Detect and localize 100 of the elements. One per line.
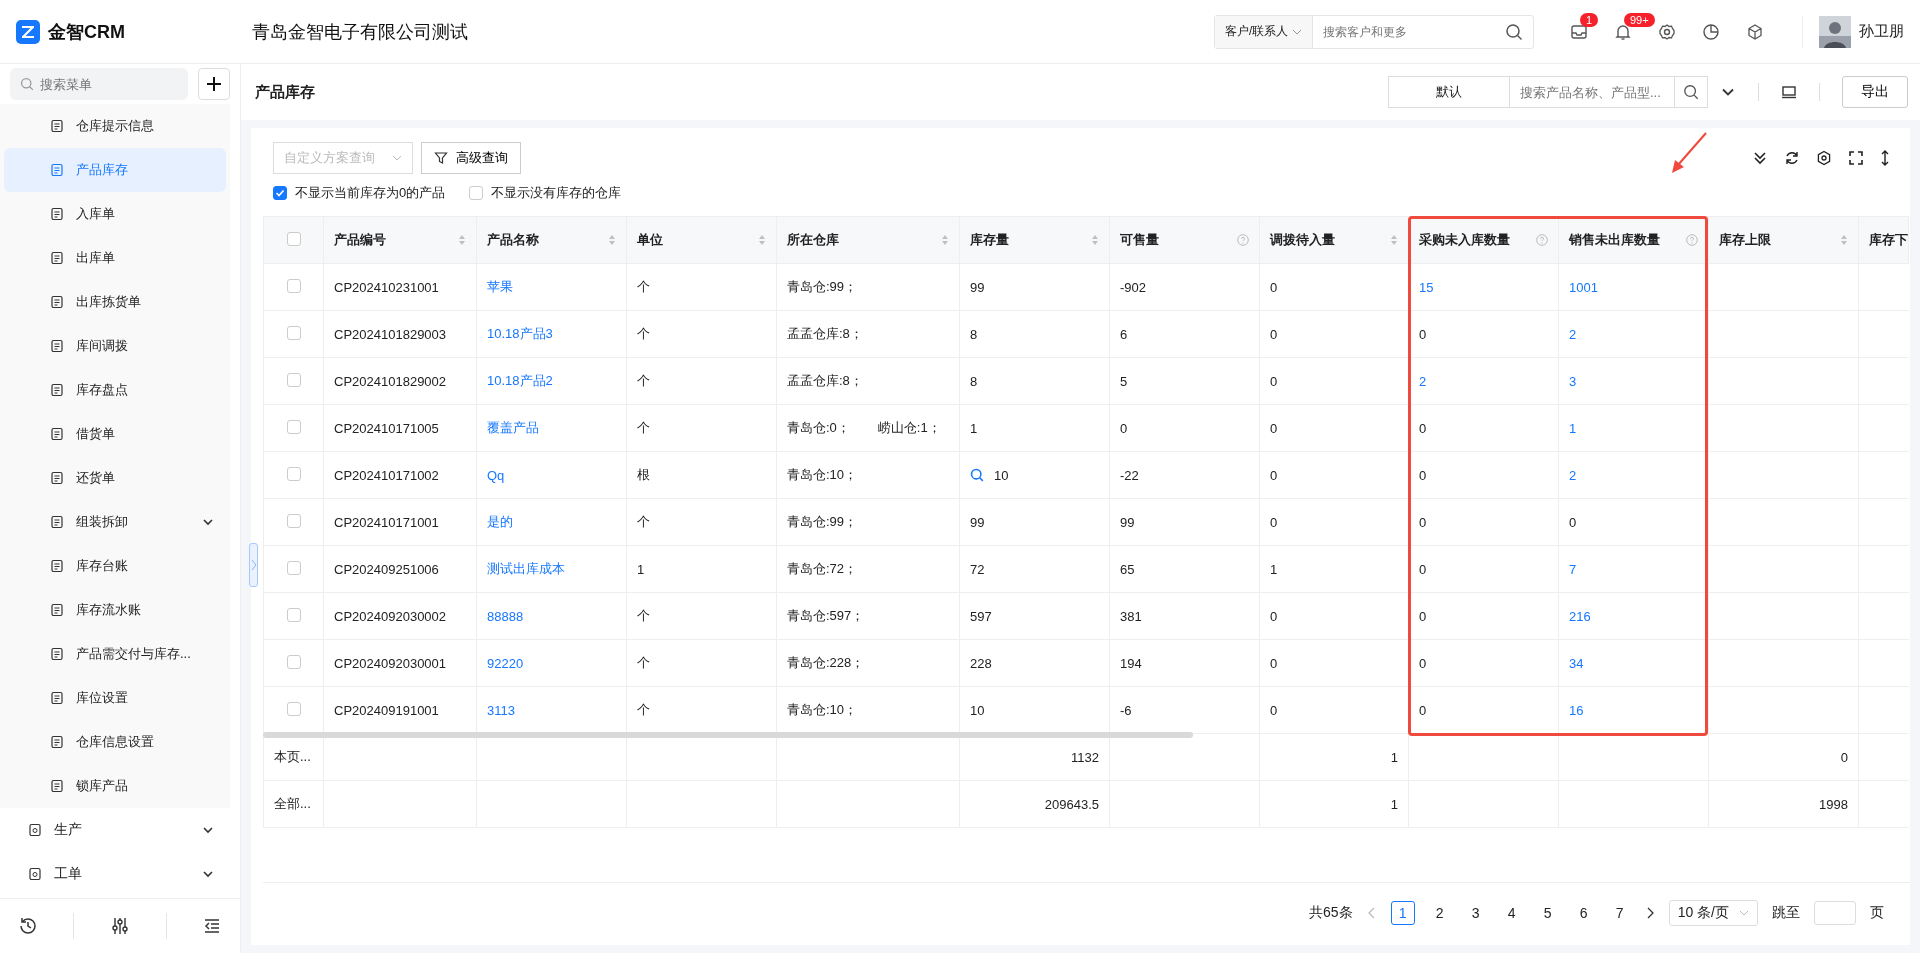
table-cell: 5 [1109, 357, 1260, 405]
product-link[interactable]: Qq [487, 467, 505, 483]
product-link[interactable]: 10.18产品2 [487, 373, 553, 388]
quantity-link[interactable]: 1001 [1569, 279, 1598, 295]
menu-item[interactable]: 库存盘点 [0, 368, 230, 412]
menu-item[interactable]: 出库拣货单 [0, 280, 230, 324]
table-cell: 0 [1419, 514, 1427, 530]
menu-item[interactable]: 锁库产品 [0, 764, 230, 808]
page-button[interactable]: 2 [1428, 902, 1451, 924]
column-header[interactable]: 产品名称 [476, 216, 627, 264]
column-header[interactable]: 单位 [626, 216, 777, 264]
menu-item[interactable]: 组装拆卸 [0, 500, 230, 544]
column-header[interactable]: 可售量 [1109, 216, 1260, 264]
product-link[interactable]: 是的 [487, 514, 513, 529]
menu-item[interactable]: 产品需交付与库存... [0, 632, 230, 676]
menu-group[interactable]: 生产 [0, 808, 240, 852]
column-header[interactable]: 调拨待入量 [1259, 216, 1409, 264]
page-button[interactable]: 4 [1500, 902, 1523, 924]
jump-label: 跳至 [1772, 904, 1800, 922]
table-cell: 194 [1109, 639, 1260, 687]
quantity-link[interactable]: 16 [1569, 702, 1584, 718]
table-cell: CP202410171002 [323, 451, 477, 499]
quantity-link[interactable]: 15 [1419, 279, 1434, 295]
menu-group[interactable]: 工单 [0, 852, 240, 896]
total-count: 共65条 [1309, 904, 1353, 922]
table-cell: 65 [1109, 545, 1260, 593]
table-cell: CP2024092030001 [323, 639, 477, 687]
column-header[interactable]: 库存下 [1858, 216, 1909, 264]
product-link[interactable]: 测试出库成本 [487, 561, 565, 576]
page-button[interactable]: 1 [1390, 901, 1415, 925]
table-cell: 孟孟仓库:8； [787, 372, 863, 390]
column-header[interactable]: 所在仓库 [776, 216, 960, 264]
quantity-link[interactable]: 34 [1569, 655, 1584, 671]
table-cell: 10 [994, 467, 1009, 483]
product-search-bar[interactable]: 默认 搜索产品名称、产品型... [1388, 76, 1708, 108]
menu-search-field[interactable]: 搜索菜单 [38, 75, 162, 93]
menu-item[interactable]: 产品库存 [4, 148, 226, 192]
product-link[interactable]: 覆盖产品 [487, 420, 539, 435]
column-header[interactable]: 产品编号 [323, 216, 477, 264]
table-cell: 青岛仓:99； [787, 513, 858, 531]
quantity-link[interactable]: 3 [1569, 373, 1577, 389]
page-button[interactable]: 3 [1464, 902, 1487, 924]
quantity-link[interactable]: 2 [1569, 326, 1577, 342]
table-cell: 209643.5 [959, 780, 1110, 828]
table-cell: 青岛仓:0； [787, 419, 850, 437]
notification-badge: 99+ [1624, 12, 1655, 27]
quantity-link[interactable]: 7 [1569, 561, 1577, 577]
table-cell: 0 [1419, 655, 1427, 671]
table-cell: 1 [970, 420, 978, 436]
product-link[interactable]: 10.18产品3 [487, 326, 553, 341]
menu-item[interactable]: 仓库信息设置 [0, 720, 230, 764]
global-search-bar[interactable]: 客户/联系人 搜索客户和更多 [1214, 14, 1534, 49]
table-cell: 72 [970, 561, 985, 577]
table-cell: 个 [626, 498, 777, 546]
menu-item[interactable]: 入库单 [0, 192, 230, 236]
table-cell: 6 [1109, 310, 1260, 358]
quantity-link[interactable]: 2 [1419, 373, 1427, 389]
column-header[interactable]: 库存量 [959, 216, 1110, 264]
menu-search-bar[interactable]: 搜索菜单 [10, 68, 188, 100]
table-cell: 0 [1419, 561, 1427, 577]
product-link[interactable]: 3113 [487, 702, 515, 718]
menu-item[interactable]: 借货单 [0, 412, 230, 456]
quantity-link[interactable]: 216 [1569, 608, 1591, 624]
page-button[interactable]: 6 [1572, 902, 1595, 924]
menu-item[interactable]: 库存台账 [0, 544, 230, 588]
table-cell: 个 [626, 639, 777, 687]
product-link[interactable]: 苹果 [487, 279, 513, 294]
page-button[interactable]: 5 [1536, 902, 1559, 924]
summary-label: 全部... [263, 780, 324, 828]
table-cell: 0 [1259, 310, 1409, 358]
menu-item[interactable]: 仓库提示信息 [0, 104, 230, 148]
quantity-link[interactable]: 1 [1569, 420, 1577, 436]
export-button[interactable]: 导出 [1842, 76, 1908, 108]
menu-item[interactable]: 库存流水账 [0, 588, 230, 632]
table-cell: 0 [1259, 498, 1409, 546]
quantity-link[interactable]: 2 [1569, 467, 1577, 483]
table-cell: 99 [1109, 498, 1260, 546]
menu-item[interactable]: 还货单 [0, 456, 230, 500]
advanced-search-button[interactable]: 高级查询 [421, 142, 521, 174]
product-link[interactable]: 92220 [487, 655, 524, 671]
table-cell: CP202410171005 [323, 404, 477, 452]
table-cell: 青岛仓:10； [787, 466, 858, 484]
table-cell: 1 [626, 545, 777, 593]
product-link[interactable]: 88888 [487, 608, 524, 624]
table-cell: 10 [970, 702, 985, 718]
page-button[interactable]: 7 [1608, 902, 1631, 924]
table-cell: 0 [1259, 357, 1409, 405]
menu-item[interactable]: 库位设置 [0, 676, 230, 720]
page-size-select[interactable]: 10 条/页 [1668, 900, 1758, 926]
scope-select[interactable]: 客户/联系人 [1215, 15, 1314, 48]
column-header[interactable]: 库存上限 [1708, 216, 1859, 264]
user-name[interactable]: 孙卫朋 [1859, 22, 1904, 41]
menu-item[interactable]: 库间调拨 [0, 324, 230, 368]
table-cell: 99 [970, 514, 985, 530]
table-cell: 青岛仓:597； [787, 607, 865, 625]
menu-item[interactable]: 出库单 [0, 236, 230, 280]
page-title: 产品库存 [255, 82, 315, 102]
table-cell: CP2024101829003 [323, 310, 477, 358]
table-cell: 0 [1259, 686, 1409, 734]
table-cell: 个 [626, 404, 777, 452]
